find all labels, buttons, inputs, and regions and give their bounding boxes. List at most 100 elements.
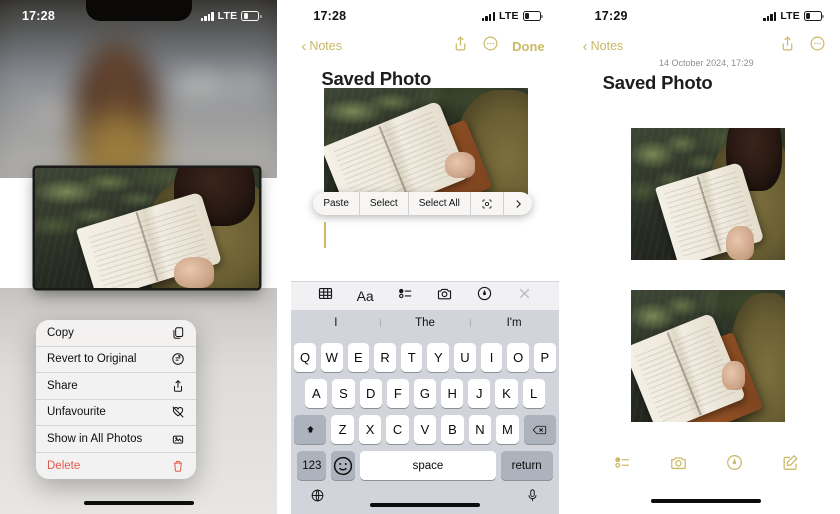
compose-icon[interactable]	[781, 453, 800, 477]
globe-icon[interactable]	[310, 488, 325, 508]
done-button[interactable]: Done	[512, 39, 545, 54]
note-photo-attachment[interactable]	[630, 128, 785, 260]
camera-icon[interactable]	[436, 285, 453, 307]
key-z[interactable]: Z	[331, 415, 354, 444]
select-button[interactable]: Select	[360, 192, 409, 215]
emoji-icon[interactable]	[331, 451, 356, 480]
back-label: Notes	[590, 39, 624, 53]
prediction-word[interactable]: The	[380, 317, 469, 329]
key-r[interactable]: R	[374, 343, 396, 372]
key-h[interactable]: H	[441, 379, 464, 408]
revert-icon	[170, 352, 185, 367]
key-m[interactable]: M	[496, 415, 519, 444]
key-o[interactable]: O	[507, 343, 530, 372]
trash-icon	[170, 458, 185, 473]
copy-icon	[170, 325, 185, 340]
text-edit-callout-menu: Paste Select Select All	[313, 192, 532, 215]
chevron-left-icon: ‹	[582, 37, 588, 55]
battery-icon	[241, 11, 262, 21]
microphone-icon[interactable]	[525, 488, 540, 508]
markup-pen-icon[interactable]	[476, 285, 493, 307]
space-key[interactable]: space	[360, 451, 496, 480]
key-g[interactable]: G	[413, 379, 437, 408]
key-d[interactable]: D	[359, 379, 382, 408]
checklist-icon[interactable]	[613, 453, 632, 477]
notes-bottom-toolbar	[573, 450, 840, 480]
menu-item-label: Revert to Original	[47, 353, 137, 366]
key-u[interactable]: U	[454, 343, 476, 372]
more-circle-icon[interactable]	[482, 35, 499, 57]
key-w[interactable]: W	[320, 343, 343, 372]
menu-item-unfavourite[interactable]: Unfavourite	[36, 400, 196, 426]
more-circle-icon[interactable]	[809, 35, 826, 57]
menu-item-copy[interactable]: Copy	[36, 320, 196, 347]
key-b[interactable]: B	[441, 415, 464, 444]
key-v[interactable]: V	[413, 415, 437, 444]
note-photo-attachment[interactable]	[630, 290, 785, 422]
chevron-right-icon[interactable]	[504, 192, 532, 215]
shift-icon[interactable]	[294, 415, 327, 444]
paste-button[interactable]: Paste	[313, 192, 360, 215]
key-n[interactable]: N	[468, 415, 492, 444]
panel-photos-context-menu: 17:28 LTE Copy Revert to Original Share …	[0, 0, 278, 514]
backspace-icon[interactable]	[523, 415, 556, 444]
key-f[interactable]: F	[386, 379, 409, 408]
network-label: LTE	[780, 10, 800, 22]
scan-document-icon[interactable]	[471, 192, 504, 215]
panel-notes-saved: 17:29 LTE ‹ Notes 14 October 2024, 17:29…	[572, 0, 840, 514]
chevron-left-icon: ‹	[301, 37, 307, 55]
key-c[interactable]: C	[386, 415, 409, 444]
navigation-bar: ‹ Notes Done	[291, 30, 558, 58]
key-s[interactable]: S	[332, 379, 355, 408]
selected-photo-thumbnail[interactable]	[35, 168, 259, 288]
keyboard-row-4: 123 space return	[294, 451, 555, 480]
key-x[interactable]: X	[358, 415, 382, 444]
checklist-icon[interactable]	[397, 285, 414, 307]
key-a[interactable]: A	[305, 379, 328, 408]
numbers-key[interactable]: 123	[297, 451, 327, 480]
heart-slash-icon	[170, 405, 185, 420]
key-k[interactable]: K	[495, 379, 518, 408]
back-to-notes-button[interactable]: ‹ Notes	[301, 39, 342, 54]
status-time: 17:28	[313, 9, 347, 23]
note-photo-attachment[interactable]	[324, 88, 529, 206]
select-all-button[interactable]: Select All	[409, 192, 471, 215]
back-label: Notes	[309, 39, 342, 53]
menu-item-show-in-all-photos[interactable]: Show in All Photos	[36, 426, 196, 453]
share-icon	[170, 378, 185, 393]
format-aa-icon[interactable]: Aa	[357, 288, 374, 304]
menu-item-label: Copy	[47, 326, 74, 339]
back-to-notes-button[interactable]: ‹ Notes	[583, 39, 624, 54]
key-q[interactable]: Q	[294, 343, 316, 372]
menu-item-delete[interactable]: Delete	[36, 453, 196, 480]
key-l[interactable]: L	[522, 379, 545, 408]
key-t[interactable]: T	[400, 343, 423, 372]
home-indicator	[369, 502, 480, 507]
keyboard-predictions: I The I'm	[291, 310, 559, 336]
signal-bars-icon	[763, 11, 777, 21]
status-time: 17:29	[594, 9, 628, 23]
menu-item-label: Show in All Photos	[47, 432, 143, 445]
keyboard-row-2: A S D F G H J K L	[294, 379, 555, 408]
prediction-word[interactable]: I'm	[469, 317, 559, 329]
table-icon[interactable]	[317, 285, 334, 307]
text-cursor	[324, 222, 327, 248]
key-y[interactable]: Y	[427, 343, 450, 372]
note-title: Saved Photo	[602, 72, 713, 93]
share-icon[interactable]	[779, 35, 796, 57]
share-icon[interactable]	[452, 35, 469, 57]
close-icon[interactable]	[516, 285, 533, 307]
key-p[interactable]: P	[534, 343, 556, 372]
key-j[interactable]: J	[468, 379, 491, 408]
menu-item-share[interactable]: Share	[36, 373, 196, 400]
battery-icon	[522, 11, 543, 21]
return-key[interactable]: return	[500, 451, 553, 480]
camera-icon[interactable]	[669, 453, 688, 477]
prediction-word[interactable]: I	[291, 317, 380, 329]
photos-icon	[170, 431, 185, 446]
menu-item-label: Unfavourite	[47, 406, 106, 419]
key-e[interactable]: E	[347, 343, 370, 372]
menu-item-revert-to-original[interactable]: Revert to Original	[36, 347, 196, 373]
markup-pen-icon[interactable]	[725, 453, 744, 477]
key-i[interactable]: I	[480, 343, 503, 372]
